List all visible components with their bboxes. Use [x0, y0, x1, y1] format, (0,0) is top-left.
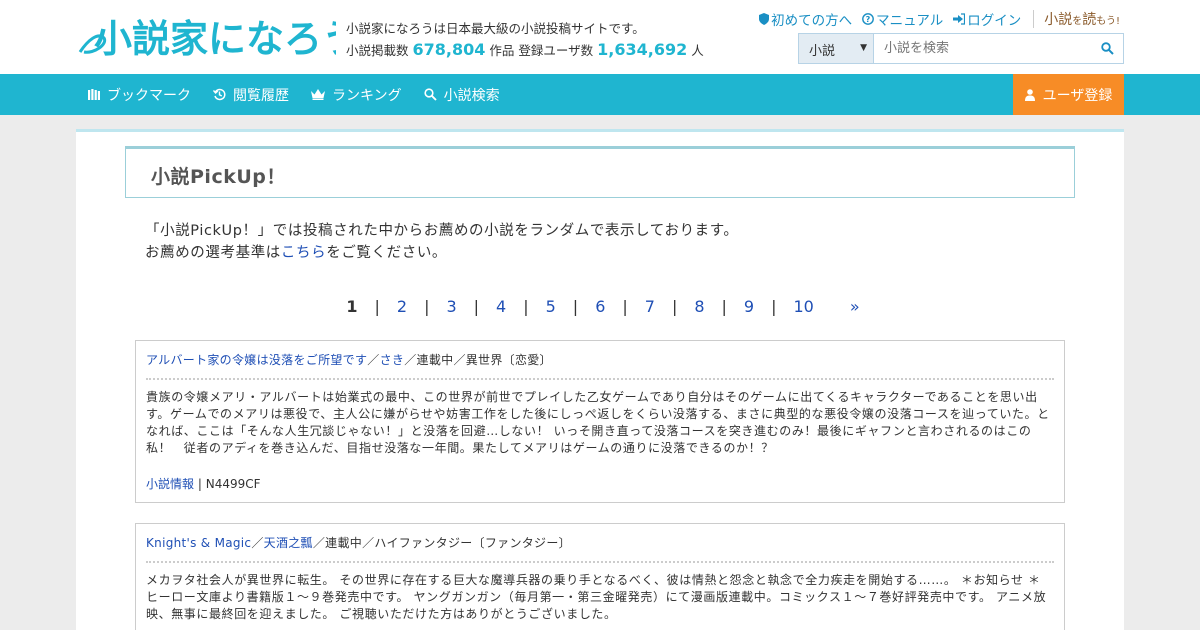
page-separator: | — [374, 297, 380, 316]
search-type-value: 小説 — [809, 44, 836, 59]
pagination: 1 | 2 | 3 | 4 | 5 | 6 | 7 | 8 | 9 | 10 » — [76, 297, 1124, 316]
nav-ranking[interactable]: ランキング — [311, 85, 402, 105]
manual-link-label: マニュアル — [876, 13, 944, 29]
intro-line-2: お薦めの選考基準はこちらをご覧ください。 — [145, 245, 448, 261]
manual-link[interactable]: ? マニュアル — [862, 9, 943, 29]
login-link[interactable]: ログイン — [953, 9, 1021, 29]
beginner-link-label: 初めての方へ — [771, 13, 853, 29]
novel-card: Knight's & Magic／天酒之瓢／連載中／ハイファンタジー〔ファンタジ… — [135, 523, 1065, 630]
page-separator: | — [771, 297, 777, 316]
search-button[interactable] — [1091, 34, 1123, 63]
search-icon — [423, 88, 437, 101]
main-content: 小説PickUp！ 「小説PickUp！」では投稿された中からお薦めの小説をラン… — [76, 129, 1124, 630]
users-count-label: 登録ユーザ数 — [518, 43, 594, 58]
page-current: 1 — [346, 297, 358, 316]
page-separator: | — [424, 297, 430, 316]
top-links: 初めての方へ ? マニュアル ログイン 小説を読もう! — [759, 9, 1120, 29]
works-count-unit: 作品 — [489, 43, 515, 58]
page-link[interactable]: 5 — [540, 297, 562, 316]
page-link[interactable]: 9 — [738, 297, 760, 316]
nav-history-label: 閲覧履歴 — [233, 87, 289, 104]
search-input[interactable] — [874, 34, 1091, 63]
users-count-unit: 人 — [691, 43, 704, 58]
site-logo[interactable]: 小説家になろう — [74, 8, 336, 64]
search-type-select[interactable]: 小説 ▼ — [799, 34, 874, 63]
login-link-label: ログイン — [967, 13, 1022, 29]
help-icon: ? — [862, 13, 875, 25]
search-bar: 小説 ▼ — [798, 33, 1124, 64]
svg-text:?: ? — [866, 15, 871, 24]
novel-genre: 異世界〔恋愛〕 — [465, 353, 552, 367]
nav-search-label: 小説検索 — [443, 87, 500, 104]
novel-title-link[interactable]: アルバート家の令嬢は没落をご所望です — [146, 353, 367, 367]
next-page-link[interactable]: » — [820, 297, 860, 316]
novel-status: 連載中 — [416, 353, 454, 367]
novel-info: 小説情報 | N4499CF — [146, 477, 261, 491]
criteria-link[interactable]: こちら — [281, 245, 326, 261]
dotted-divider — [146, 561, 1054, 563]
yomou-logo[interactable]: 小説を読もう! — [1044, 9, 1120, 29]
users-count: 1,634,692 — [597, 40, 688, 59]
novel-story: メカヲタ社会人が異世界に転生。 その世界に存在する巨大な魔導兵器の乗り手となるべ… — [146, 573, 1047, 621]
nav-ranking-label: ランキング — [332, 87, 402, 104]
novel-card: アルバート家の令嬢は没落をご所望です／さき／連載中／異世界〔恋愛〕 貴族の令嬢メ… — [135, 340, 1065, 503]
nav-bookmark-label: ブックマーク — [107, 87, 191, 104]
page-link[interactable]: 7 — [639, 297, 661, 316]
divider — [1033, 10, 1035, 28]
page-separator: | — [622, 297, 628, 316]
novel-ncode: N4499CF — [205, 477, 261, 491]
novel-meta: Knight's & Magic／天酒之瓢／連載中／ハイファンタジー〔ファンタジ… — [146, 536, 571, 550]
novel-genre: ハイファンタジー〔ファンタジー〕 — [374, 536, 571, 550]
dotted-divider — [146, 378, 1054, 380]
page-link[interactable]: 3 — [440, 297, 462, 316]
novel-meta: アルバート家の令嬢は没落をご所望です／さき／連載中／異世界〔恋愛〕 — [146, 353, 552, 367]
bookmark-icon — [88, 89, 100, 100]
logo-text: 小説家になろう — [94, 17, 336, 61]
nav-search[interactable]: 小説検索 — [423, 85, 500, 105]
novel-info-link[interactable]: 小説情報 — [146, 477, 194, 491]
history-icon — [213, 88, 226, 101]
works-count: 678,804 — [412, 40, 486, 59]
page-separator: | — [721, 297, 727, 316]
page-link[interactable]: 2 — [391, 297, 413, 316]
page-link[interactable]: 10 — [788, 297, 820, 316]
page-title-box: 小説PickUp！ — [125, 146, 1075, 198]
page-link[interactable]: 8 — [688, 297, 710, 316]
register-button-label: ユーザ登録 — [1042, 87, 1113, 104]
site-header: 小説家になろう 小説家になろうは日本最大級の小説投稿サイトです。 小説掲載数 67… — [0, 0, 1200, 74]
novel-title-link[interactable]: Knight's & Magic — [146, 536, 251, 550]
intro-text: 「小説PickUp！」では投稿された中からお薦めの小説をランダムで表示しておりま… — [145, 220, 739, 264]
page-separator: | — [671, 297, 678, 316]
caret-down-icon: ▼ — [860, 43, 867, 53]
page-title: 小説PickUp！ — [151, 166, 286, 188]
register-button[interactable]: ユーザ登録 — [1013, 74, 1124, 115]
intro-line-1: 「小説PickUp！」では投稿された中からお薦めの小説をランダムで表示しておりま… — [145, 223, 739, 239]
novel-status: 連載中 — [325, 536, 363, 550]
login-icon — [953, 13, 966, 25]
page-link[interactable]: 6 — [589, 297, 611, 316]
nav-bookmark[interactable]: ブックマーク — [88, 85, 191, 105]
page-link[interactable]: 4 — [490, 297, 512, 316]
page-separator: | — [473, 297, 480, 316]
nav-history[interactable]: 閲覧履歴 — [213, 85, 289, 105]
site-stats: 小説掲載数 678,804 作品 登録ユーザ数 1,634,692 人 — [346, 40, 704, 59]
search-icon — [1100, 42, 1114, 55]
crown-icon — [311, 89, 325, 100]
shield-icon — [759, 13, 770, 25]
beginner-link[interactable]: 初めての方へ — [759, 9, 852, 29]
site-description: 小説家になろうは日本最大級の小説投稿サイトです。 — [346, 21, 645, 36]
user-icon — [1024, 88, 1035, 101]
page-separator: | — [572, 297, 579, 316]
novel-story: 貴族の令嬢メアリ・アルバートは始業式の最中、この世界が前世でプレイした乙女ゲーム… — [146, 390, 1050, 455]
novel-author-link[interactable]: さき — [380, 353, 405, 367]
page-separator: | — [523, 297, 529, 316]
novel-author-link[interactable]: 天酒之瓢 — [264, 536, 313, 550]
works-count-label: 小説掲載数 — [346, 43, 409, 58]
